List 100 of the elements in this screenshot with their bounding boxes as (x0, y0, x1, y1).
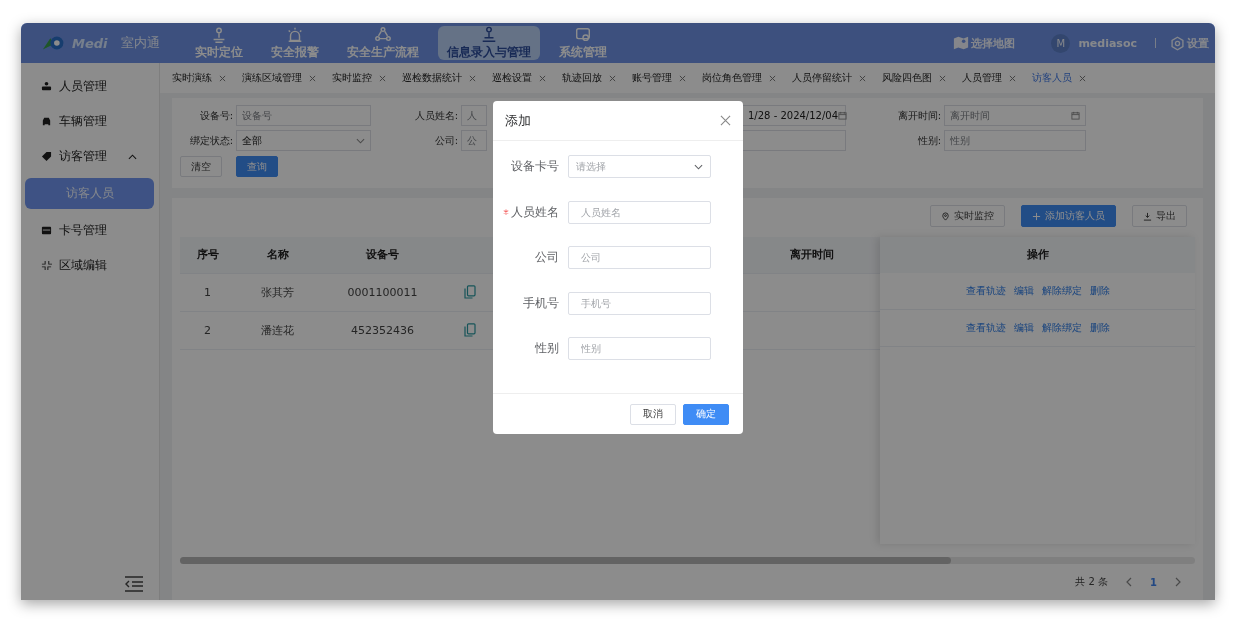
input-field[interactable]: 人员姓名 (568, 200, 711, 224)
page-tab[interactable]: 人员管理 (954, 63, 1024, 93)
total-count: 共 2 条 (1075, 575, 1109, 590)
action-link[interactable]: 删除 (1089, 320, 1110, 335)
confirm-button[interactable]: 确定 (683, 403, 729, 425)
nav-tab[interactable]: 系统管理 (550, 26, 616, 60)
close-icon[interactable] (679, 74, 686, 82)
nav-tab[interactable]: 安全报警 (262, 26, 328, 60)
close-icon[interactable] (939, 74, 946, 82)
page-tab[interactable]: 人员停留统计 (784, 63, 874, 93)
nav-tab[interactable]: 实时定位 (186, 26, 252, 60)
close-icon[interactable] (379, 74, 386, 82)
monitor-button[interactable]: 实时监控 (930, 205, 1005, 227)
close-icon[interactable] (609, 74, 616, 82)
filter-field[interactable]: 性别 (944, 130, 1086, 151)
sidebar-item[interactable]: 卡号管理 (21, 213, 159, 248)
page-tab[interactable]: 访客人员 (1024, 63, 1094, 93)
monitor-gear-icon (574, 25, 592, 44)
close-icon[interactable] (1009, 74, 1016, 82)
copy-icon[interactable] (464, 323, 476, 338)
sidebar-item[interactable]: 访客管理 (21, 139, 159, 174)
filter-select[interactable]: 全部 (236, 130, 371, 151)
select-map-button[interactable]: 选择地图 (953, 35, 1016, 51)
previous-page-icon[interactable] (1126, 577, 1133, 588)
page-number[interactable]: 1 (1150, 576, 1157, 588)
calendar-icon (1071, 111, 1080, 120)
filter-label: 性别: (917, 134, 941, 146)
collapse-menu-icon[interactable] (124, 576, 144, 592)
filter-label: 离开时间: (897, 109, 941, 121)
page-tab[interactable]: 演练区域管理 (234, 63, 324, 93)
close-icon[interactable] (720, 115, 731, 126)
page-tab[interactable]: 巡检数据统计 (394, 63, 484, 93)
action-link[interactable]: 解除绑定 (1041, 283, 1082, 298)
cancel-button[interactable]: 取消 (630, 403, 676, 425)
page-tab[interactable]: 岗位角色管理 (694, 63, 784, 93)
input-field[interactable]: 手机号 (568, 291, 711, 315)
calendar-icon (838, 111, 848, 120)
car-icon (41, 116, 52, 127)
nav-tab[interactable]: 信息录入与管理 (438, 26, 540, 60)
copy-icon[interactable] (464, 285, 476, 300)
column-header: 名称 (266, 247, 289, 263)
sidebar-subitem[interactable]: 访客人员 (25, 178, 154, 209)
close-icon[interactable] (219, 74, 226, 82)
filter-label: 绑定状态: (189, 134, 233, 146)
search-button[interactable]: 查询 (236, 156, 278, 177)
add-button[interactable]: 添加访客人员 (1021, 205, 1116, 227)
clear-button[interactable]: 清空 (180, 156, 222, 177)
close-icon[interactable] (309, 74, 316, 82)
next-page-icon[interactable] (1175, 577, 1181, 588)
plus-icon (1032, 211, 1041, 221)
input-field[interactable]: 公司 (568, 246, 711, 269)
close-icon[interactable] (769, 74, 776, 82)
sidebar-item[interactable]: 人员管理 (21, 69, 159, 104)
date-range-field[interactable]: 1/28 - 2024/12/04 (742, 105, 846, 126)
logo-wordmark: Medi (72, 35, 108, 51)
action-link[interactable]: 查看轨迹 (965, 283, 1006, 298)
page-tab[interactable]: 账号管理 (624, 63, 694, 93)
close-icon[interactable] (1079, 74, 1086, 82)
select-field[interactable]: 请选择 (568, 155, 711, 178)
action-link[interactable]: 编辑 (1013, 283, 1034, 298)
filter-field[interactable]: 人 (461, 105, 487, 126)
download-icon (1143, 211, 1152, 221)
filter-label: 人员姓名: (414, 109, 458, 121)
table-cell: 1 (204, 285, 211, 299)
action-link[interactable]: 编辑 (1013, 320, 1034, 335)
user-avatar[interactable]: M (1051, 33, 1071, 53)
action-link[interactable]: 删除 (1089, 283, 1110, 298)
table-cell: 潘连花 (261, 322, 294, 338)
settings-button[interactable]: 设置 (1170, 35, 1209, 51)
filter-field[interactable]: 公 (461, 130, 487, 151)
area-corners-icon (41, 260, 52, 271)
map-pin-icon (953, 35, 970, 51)
filter-field[interactable] (742, 130, 846, 151)
nav-tab[interactable]: 安全生产流程 (338, 26, 428, 60)
horizontal-scrollbar[interactable] (180, 557, 1195, 565)
tag-icon (41, 151, 52, 162)
page-tab[interactable]: 巡检设置 (484, 63, 554, 93)
form-label: 公司 (535, 249, 559, 266)
form-label: 设备卡号 (511, 158, 559, 175)
page-tab[interactable]: 实时演练 (164, 63, 234, 93)
location-pin-icon (941, 211, 950, 221)
people-icon (41, 81, 52, 92)
close-icon[interactable] (539, 74, 546, 82)
flow-nodes-icon (374, 25, 392, 44)
filter-field[interactable]: 设备号 (236, 105, 371, 126)
sidebar-item[interactable]: 车辆管理 (21, 104, 159, 139)
chevron-up-icon (128, 153, 137, 160)
date-range-field[interactable]: 离开时间 (944, 105, 1086, 126)
action-link[interactable]: 解除绑定 (1041, 320, 1082, 335)
page-tab[interactable]: 风险四色图 (874, 63, 954, 93)
export-button[interactable]: 导出 (1132, 205, 1187, 227)
form-label: 性别 (535, 340, 559, 357)
input-field[interactable]: 性别 (568, 337, 711, 360)
sidebar-item[interactable]: 区域编辑 (21, 248, 159, 283)
action-link[interactable]: 查看轨迹 (965, 320, 1006, 335)
page-tab[interactable]: 轨迹回放 (554, 63, 624, 93)
close-icon[interactable] (859, 74, 866, 82)
product-name: 室内通 (120, 34, 160, 52)
page-tab[interactable]: 实时监控 (324, 63, 394, 93)
close-icon[interactable] (469, 74, 476, 82)
